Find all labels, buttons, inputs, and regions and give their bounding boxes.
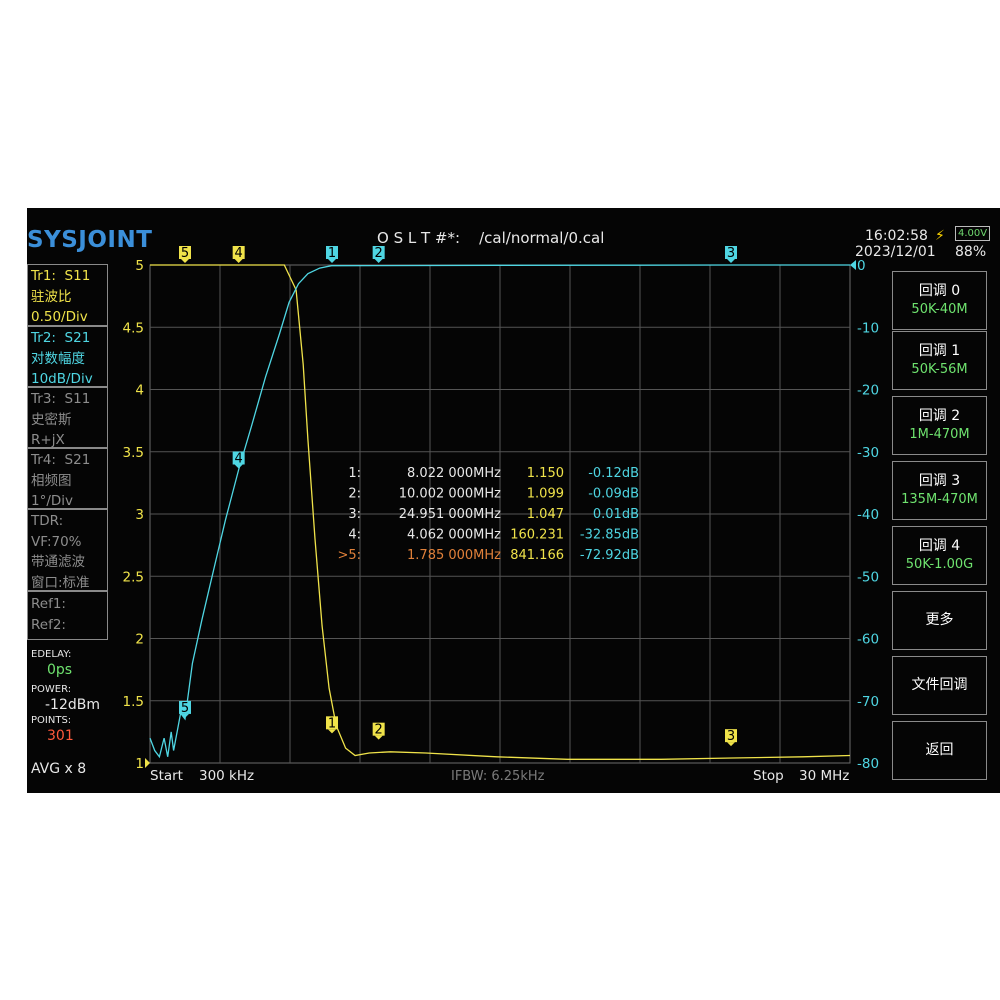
marker-table-db: -0.09dB [588,487,639,502]
marker-table-id: 3: [348,507,361,522]
start-frequency: 300 kHz [199,768,254,784]
marker-2-top-label: 2 [375,246,383,261]
marker-table-id: 2: [348,487,361,502]
y-left-tick-label: 3.5 [123,445,144,461]
marker-4-top-label: 4 [235,246,243,261]
marker-table-frequency: 10.002 000MHz [399,487,501,502]
marker-table-swr: 841.166 [510,548,564,563]
trace-1-reference-arrow [145,758,150,768]
marker-table-swr: 1.099 [527,487,564,502]
marker-table-frequency: 1.785 000MHz [407,548,501,563]
y-left-tick-label: 2 [135,632,144,648]
marker-table-id: 4: [348,528,361,543]
marker-table-swr: 160.231 [510,528,564,543]
start-label: Start [150,768,183,784]
y-left-tick-label: 2.5 [123,569,144,585]
y-left-tick-label: 4 [135,383,144,399]
y-right-tick-label: -80 [857,756,879,772]
marker-table-frequency: 8.022 000MHz [407,466,501,481]
marker-table-swr: 1.150 [527,466,564,481]
sweep-chart[interactable]: 5 4.5 4 3.5 3 2.5 2 1.5 1 0 -10 -20 -30 -40 -50 -60 -70 -… [27,208,1000,793]
marker-table-frequency: 24.951 000MHz [399,507,501,522]
marker-5-top-label: 5 [181,246,189,261]
marker-5-trace2-label: 5 [181,701,189,716]
marker-3-trace1-label: 3 [727,729,735,744]
marker-table-db: -32.85dB [580,528,639,543]
marker-3-top-label: 3 [727,246,735,261]
stop-frequency: 30 MHz [799,768,849,784]
y-right-tick-label: -20 [857,383,879,399]
trace-2-reference-arrow [850,260,856,270]
y-right-tick-label: 0 [857,258,866,274]
vna-screen: SYSJOINT O S L T #*: /cal/normal/0.cal 1… [27,208,1000,793]
y-right-tick-label: -30 [857,445,879,461]
y-left-tick-label: 5 [135,258,144,274]
y-left-tick-label: 4.5 [123,320,144,336]
marker-1-top-label: 1 [328,246,336,261]
ifbw-readout: IFBW: 6.25kHz [451,769,545,784]
y-right-tick-label: -70 [857,694,879,710]
marker-table-id: >5: [337,548,361,563]
marker-1-trace1-label: 1 [328,716,336,731]
y-right-tick-label: -10 [857,320,879,336]
y-left-tick-label: 1 [135,756,144,772]
marker-table-frequency: 4.062 000MHz [407,528,501,543]
marker-2-trace1-label: 2 [375,723,383,738]
marker-table-db: -72.92dB [580,548,639,563]
y-left-tick-label: 3 [135,507,144,523]
y-right-tick-label: -50 [857,569,879,585]
marker-4-trace2-label: 4 [235,451,243,466]
marker-table-db: -0.12dB [588,466,639,481]
marker-table-id: 1: [348,466,361,481]
marker-table-db: 0.01dB [593,507,639,522]
y-right-tick-label: -40 [857,507,879,523]
marker-table-swr: 1.047 [527,507,564,522]
stop-label: Stop [753,768,784,784]
y-right-tick-label: -60 [857,632,879,648]
y-left-tick-label: 1.5 [123,694,144,710]
